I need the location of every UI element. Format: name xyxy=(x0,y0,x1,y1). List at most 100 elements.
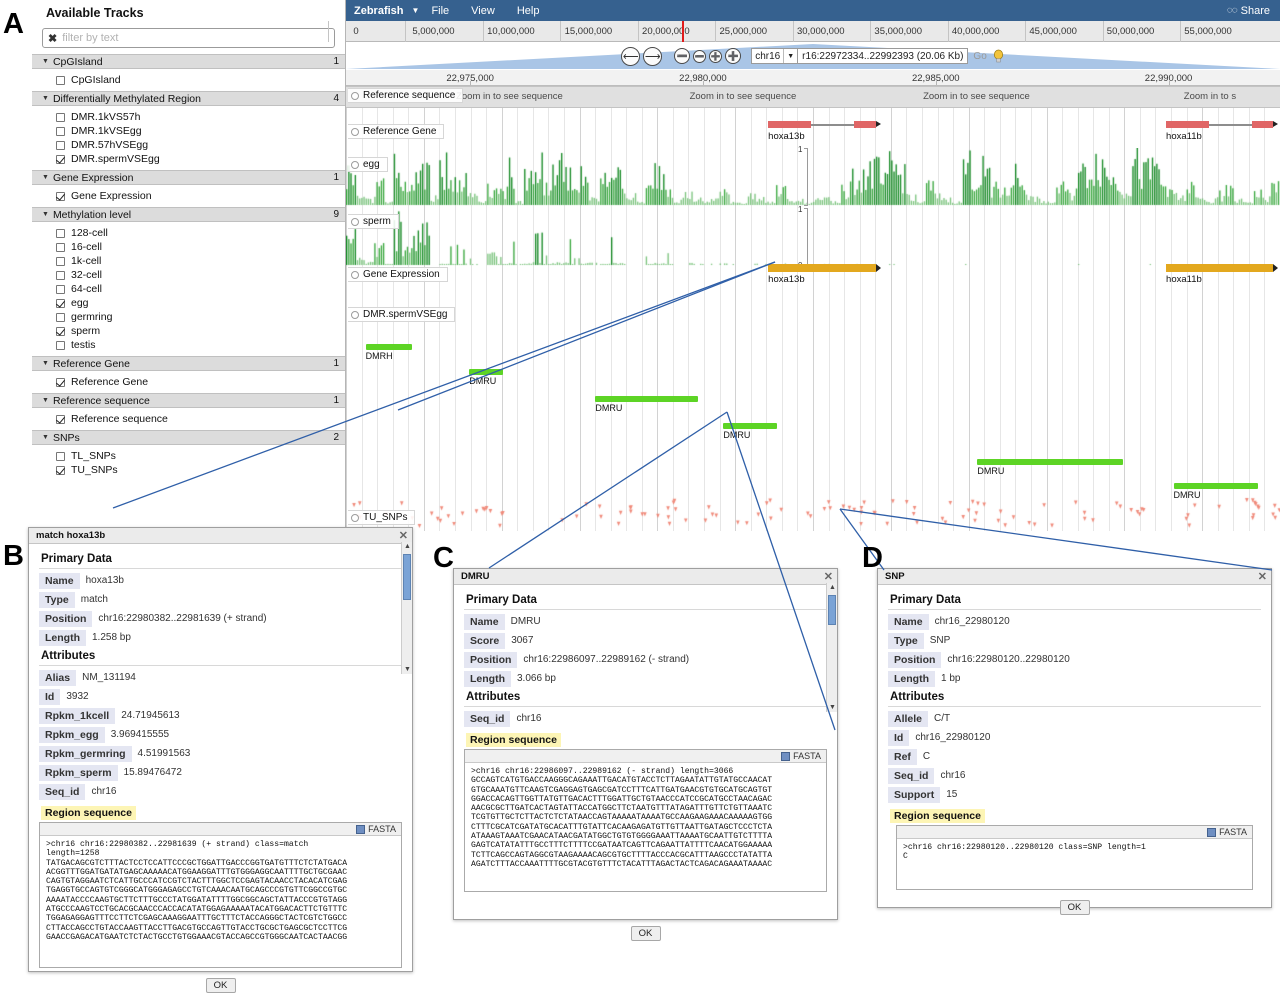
track-item-dmr-1kvs57h[interactable]: DMR.1kVS57h xyxy=(32,110,345,124)
track-item-dmr-57hvsegg[interactable]: DMR.57hVSEgg xyxy=(32,138,345,152)
track-item-testis[interactable]: testis xyxy=(32,338,345,352)
chevron-down-icon[interactable]: ▼ xyxy=(412,6,420,15)
checkbox-icon[interactable] xyxy=(56,271,65,280)
highlight-icon[interactable] xyxy=(992,49,1005,63)
track-category-methylation-level[interactable]: ▼Methylation level9 xyxy=(32,207,345,222)
location-input[interactable]: r16:22972334..22992393 (20.06 Kb) xyxy=(798,48,968,64)
checkbox-icon[interactable] xyxy=(56,76,65,85)
menu-item-view[interactable]: View xyxy=(471,5,495,17)
checkbox-icon[interactable] xyxy=(56,113,65,122)
track-label-tu-snps[interactable]: TU_SNPs xyxy=(348,510,415,525)
dmr-feature[interactable] xyxy=(469,369,503,375)
scroll-down-icon[interactable]: ▼ xyxy=(404,666,411,673)
track-item-1k-cell[interactable]: 1k-cell xyxy=(32,254,345,268)
share-button[interactable]: ◌◌ Share xyxy=(1227,5,1270,17)
checkbox-icon[interactable] xyxy=(56,452,65,461)
track-item-germring[interactable]: germring xyxy=(32,310,345,324)
scroll-up-icon[interactable]: ▲ xyxy=(404,543,411,550)
checkbox-icon[interactable] xyxy=(56,243,65,252)
checkbox-icon[interactable] xyxy=(56,285,65,294)
track-item-reference-sequence[interactable]: Reference sequence xyxy=(32,412,345,426)
checkbox-icon[interactable] xyxy=(56,378,65,387)
zoom-out-small-icon[interactable]: ➖ xyxy=(693,50,706,63)
checkbox-icon[interactable] xyxy=(56,257,65,266)
track-toggle-icon[interactable] xyxy=(351,514,359,522)
dialog-c-scrollbar[interactable]: ▲ ▼ xyxy=(826,583,837,712)
scroll-up-icon[interactable]: ▲ xyxy=(829,584,836,591)
close-icon[interactable]: ✕ xyxy=(399,529,408,542)
track-label-sperm[interactable]: sperm xyxy=(348,214,399,229)
checkbox-icon[interactable] xyxy=(56,415,65,424)
track-category-cpgisland[interactable]: ▼CpGIsland1 xyxy=(32,54,345,69)
close-icon[interactable]: ✕ xyxy=(824,570,833,583)
dmr-feature[interactable] xyxy=(977,459,1123,465)
dmr-feature[interactable] xyxy=(1174,483,1258,489)
track-label-dmr-spermvsegg[interactable]: DMR.spermVSEgg xyxy=(348,307,455,322)
checkbox-icon[interactable] xyxy=(56,341,65,350)
track-label-egg[interactable]: egg xyxy=(348,157,388,172)
gene-feature[interactable] xyxy=(768,121,875,128)
track-filter-input[interactable]: ✖ filter by text xyxy=(42,28,335,48)
track-item-dmr-spermvsegg[interactable]: DMR.spermVSEgg xyxy=(32,152,345,166)
snp-markers-plot[interactable] xyxy=(346,494,1280,531)
expression-feature[interactable] xyxy=(768,264,875,272)
track-item-cpgisland[interactable]: CpGIsland xyxy=(32,73,345,87)
x-icon[interactable]: ✖ xyxy=(48,32,57,45)
track-label-reference-gene[interactable]: Reference Gene xyxy=(348,124,444,139)
checkbox-icon[interactable] xyxy=(56,466,65,475)
dmr-feature[interactable] xyxy=(595,396,698,402)
track-item-sperm[interactable]: sperm xyxy=(32,324,345,338)
checkbox-icon[interactable] xyxy=(56,313,65,322)
checkbox-icon[interactable] xyxy=(56,229,65,238)
track-toggle-icon[interactable] xyxy=(351,218,359,226)
track-item-16-cell[interactable]: 16-cell xyxy=(32,240,345,254)
scroll-down-icon[interactable]: ▼ xyxy=(829,704,836,711)
zoom-in-small-icon[interactable]: ➕ xyxy=(709,50,722,63)
track-item-dmr-1kvsegg[interactable]: DMR.1kVSEgg xyxy=(32,124,345,138)
track-toggle-icon[interactable] xyxy=(351,311,359,319)
checkbox-icon[interactable] xyxy=(56,155,65,164)
checkbox-icon[interactable] xyxy=(56,299,65,308)
track-label-gene-expression[interactable]: Gene Expression xyxy=(348,267,448,282)
dialog-c-fasta-bar[interactable]: FASTA xyxy=(465,750,826,763)
track-category-snps[interactable]: ▼SNPs2 xyxy=(32,430,345,445)
arrow-left-icon[interactable]: ⟵ xyxy=(621,47,640,66)
track-label-reference-sequence[interactable]: Reference sequence xyxy=(348,88,463,103)
dialog-c-fasta-label[interactable]: FASTA xyxy=(793,751,821,761)
menu-item-help[interactable]: Help xyxy=(517,5,540,17)
zoom-out-icon[interactable]: ➖ xyxy=(674,48,690,64)
dialog-d-ok-button[interactable]: OK xyxy=(1060,900,1090,915)
checkbox-icon[interactable] xyxy=(56,127,65,136)
overview-ruler[interactable]: 05,000,00010,000,00015,000,00020,000,000… xyxy=(346,21,1280,42)
checkbox-icon[interactable] xyxy=(56,327,65,336)
dialog-b-sequence-box[interactable]: FASTA >chr16 chr16:22980382..22981639 (+… xyxy=(39,822,402,968)
dialog-b-fasta-bar[interactable]: FASTA xyxy=(40,823,401,836)
dialog-d-fasta-bar[interactable]: FASTA xyxy=(897,826,1252,839)
checkbox-icon[interactable] xyxy=(56,141,65,150)
track-toggle-icon[interactable] xyxy=(351,92,359,100)
track-category-reference-sequence[interactable]: ▼Reference sequence1 xyxy=(32,393,345,408)
reference-sequence-select[interactable]: chr16 ▼ xyxy=(751,48,798,64)
dialog-d-fasta-label[interactable]: FASTA xyxy=(1219,827,1247,837)
dmr-feature[interactable] xyxy=(366,344,413,350)
dialog-c-ok-button[interactable]: OK xyxy=(631,926,661,941)
track-category-gene-expression[interactable]: ▼Gene Expression1 xyxy=(32,170,345,185)
track-category-differentially-methylated-region[interactable]: ▼Differentially Methylated Region4 xyxy=(32,91,345,106)
dialog-b-fasta-label[interactable]: FASTA xyxy=(368,824,396,834)
dmr-feature[interactable] xyxy=(723,423,776,429)
close-icon[interactable]: ✕ xyxy=(1258,570,1267,583)
track-toggle-icon[interactable] xyxy=(351,128,359,136)
track-item-gene-expression[interactable]: Gene Expression xyxy=(32,189,345,203)
arrow-right-icon[interactable]: ⟶ xyxy=(643,47,662,66)
expression-feature[interactable] xyxy=(1166,264,1273,272)
track-item-32-cell[interactable]: 32-cell xyxy=(32,268,345,282)
track-item-128-cell[interactable]: 128-cell xyxy=(32,226,345,240)
track-item-egg[interactable]: egg xyxy=(32,296,345,310)
track-item-reference-gene[interactable]: Reference Gene xyxy=(32,375,345,389)
dialog-d-sequence-box[interactable]: FASTA >chr16 chr16:22980120..22980120 cl… xyxy=(896,825,1253,890)
location-ruler[interactable]: 22,975,00022,980,00022,985,00022,990,000 xyxy=(346,70,1280,86)
track-toggle-icon[interactable] xyxy=(351,161,359,169)
zoom-in-icon[interactable]: ➕ xyxy=(725,48,741,64)
track-category-reference-gene[interactable]: ▼Reference Gene1 xyxy=(32,356,345,371)
track-item-64-cell[interactable]: 64-cell xyxy=(32,282,345,296)
